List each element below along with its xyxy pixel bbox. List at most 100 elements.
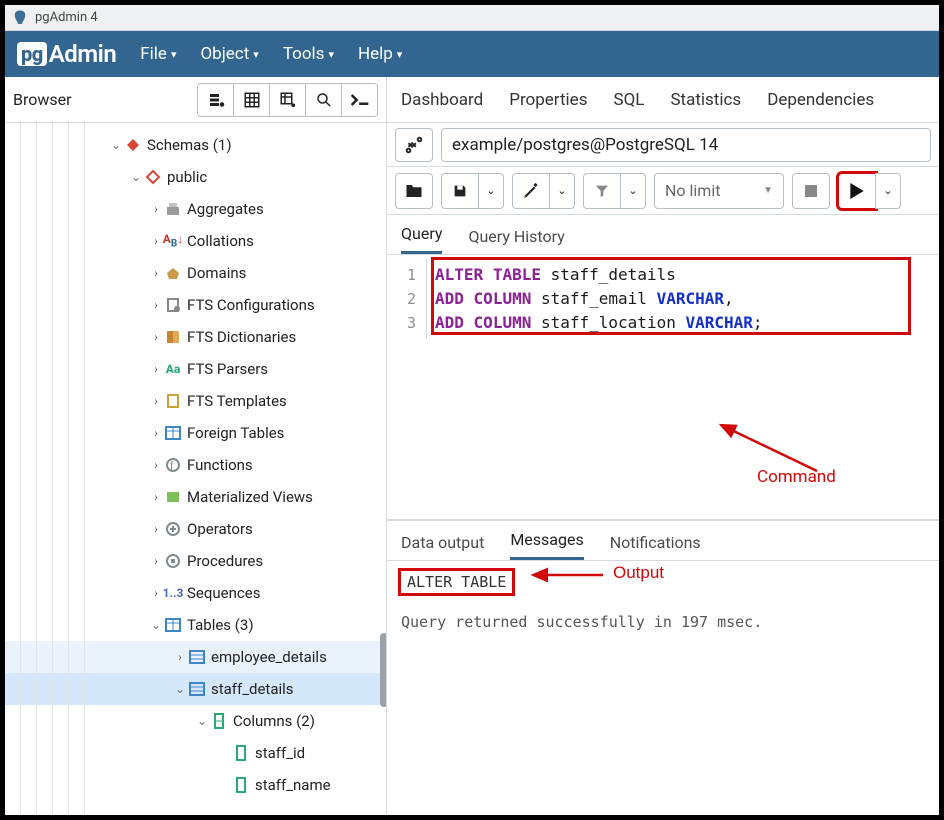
tree-item-fts-parsers[interactable]: ›AaFTS Parsers xyxy=(5,353,386,385)
tree-item-foreign-tables[interactable]: ›Foreign Tables xyxy=(5,417,386,449)
tree-item-materialized-views[interactable]: ›Materialized Views xyxy=(5,481,386,513)
tree-item-sequences[interactable]: ›1..3Sequences xyxy=(5,577,386,609)
tab-dashboard[interactable]: Dashboard xyxy=(401,90,483,110)
connection-icon[interactable] xyxy=(395,128,433,162)
tables-icon xyxy=(163,617,183,633)
browser-search-icon[interactable] xyxy=(305,83,342,117)
tree-column-name[interactable]: staff_name xyxy=(5,769,386,801)
filter-dropdown[interactable]: ⌄ xyxy=(620,173,646,209)
tree-tables[interactable]: ⌄ Tables (3) xyxy=(5,609,386,641)
tree-item-fts-configurations[interactable]: ›FTS Configurations xyxy=(5,289,386,321)
chevron-right-icon[interactable]: › xyxy=(149,426,163,440)
tree-item-procedures[interactable]: ›Procedures xyxy=(5,545,386,577)
tree-item-domains[interactable]: ›Domains xyxy=(5,257,386,289)
object-icon xyxy=(163,521,183,537)
browser-servers-icon[interactable] xyxy=(197,83,234,117)
app-logo: pgAdmin xyxy=(17,40,116,68)
chevron-down-icon[interactable]: ⌄ xyxy=(129,170,143,184)
chevron-right-icon[interactable]: › xyxy=(149,362,163,376)
tab-notifications[interactable]: Notifications xyxy=(610,533,701,560)
tree-column-id[interactable]: staff_id xyxy=(5,737,386,769)
tree-item-fts-templates[interactable]: ›FTS Templates xyxy=(5,385,386,417)
chevron-right-icon[interactable]: › xyxy=(149,202,163,216)
table-icon xyxy=(187,649,207,665)
filter-button[interactable] xyxy=(583,173,621,209)
edit-button[interactable] xyxy=(512,173,550,209)
tab-query-history[interactable]: Query History xyxy=(468,227,564,254)
open-file-button[interactable] xyxy=(395,173,433,209)
stop-button[interactable] xyxy=(792,173,830,209)
limit-selector[interactable]: No limit ▼ xyxy=(654,173,784,209)
svg-text:ƒ: ƒ xyxy=(169,460,174,472)
sql-editor[interactable]: 123 ALTER TABLE staff_detailsADD COLUMN … xyxy=(387,255,939,339)
column-icon xyxy=(231,777,251,793)
object-icon xyxy=(163,265,183,281)
columns-icon xyxy=(209,713,229,729)
chevron-down-icon[interactable]: ⌄ xyxy=(195,714,209,728)
chevron-right-icon[interactable]: › xyxy=(149,458,163,472)
chevron-right-icon[interactable]: › xyxy=(149,298,163,312)
tab-messages[interactable]: Messages xyxy=(510,530,583,560)
execute-button[interactable] xyxy=(838,173,876,209)
chevron-right-icon[interactable]: › xyxy=(149,522,163,536)
chevron-right-icon[interactable]: › xyxy=(149,554,163,568)
edit-dropdown[interactable]: ⌄ xyxy=(549,173,575,209)
chevron-right-icon[interactable]: › xyxy=(173,650,187,664)
menu-object[interactable]: Object▾ xyxy=(200,44,258,64)
chevron-down-icon[interactable]: ⌄ xyxy=(109,138,123,152)
table-icon xyxy=(187,681,207,697)
object-icon xyxy=(163,297,183,313)
tree-item-fts-dictionaries[interactable]: ›FTS Dictionaries xyxy=(5,321,386,353)
browser-title: Browser xyxy=(13,90,197,109)
tab-properties[interactable]: Properties xyxy=(509,90,587,110)
chevron-right-icon[interactable]: › xyxy=(149,586,163,600)
tree-item-operators[interactable]: ›Operators xyxy=(5,513,386,545)
object-icon xyxy=(163,489,183,505)
chevron-down-icon[interactable]: ⌄ xyxy=(149,618,163,632)
column-icon xyxy=(231,745,251,761)
chevron-right-icon[interactable]: › xyxy=(149,266,163,280)
object-icon: AB↓ xyxy=(163,232,183,249)
tab-statistics[interactable]: Statistics xyxy=(670,90,741,110)
tab-data-output[interactable]: Data output xyxy=(401,533,484,560)
message-status: ALTER TABLE xyxy=(401,571,512,593)
messages-panel: ALTER TABLE Output Query returned succes… xyxy=(387,561,939,641)
tree-columns[interactable]: ⌄ Columns (2) xyxy=(5,705,386,737)
tree-table-employee[interactable]: › employee_details xyxy=(5,641,386,673)
tree-table-staff[interactable]: ⌄ staff_details xyxy=(5,673,386,705)
tab-query[interactable]: Query xyxy=(401,224,442,254)
save-button[interactable] xyxy=(441,173,479,209)
tab-dependencies[interactable]: Dependencies xyxy=(767,90,874,110)
execute-dropdown[interactable]: ⌄ xyxy=(875,173,901,209)
menu-help[interactable]: Help▾ xyxy=(358,44,402,64)
annotation-output-arrow xyxy=(527,563,607,587)
message-detail: Query returned successfully in 197 msec. xyxy=(401,613,925,631)
tree-item-aggregates[interactable]: ›Aggregates xyxy=(5,193,386,225)
annotation-command-arrow xyxy=(707,419,827,479)
object-icon xyxy=(163,201,183,217)
object-tree[interactable]: ⌄ Schemas (1) ⌄ public ›Aggregates›AB↓Co… xyxy=(5,123,386,815)
save-dropdown[interactable]: ⌄ xyxy=(478,173,504,209)
menu-file[interactable]: File▾ xyxy=(140,44,176,64)
window-titlebar: pgAdmin 4 xyxy=(5,5,939,31)
tree-public[interactable]: ⌄ public xyxy=(5,161,386,193)
browser-filter-icon[interactable] xyxy=(269,83,306,117)
window-title: pgAdmin 4 xyxy=(35,10,98,25)
chevron-right-icon[interactable]: › xyxy=(149,234,163,248)
chevron-down-icon[interactable]: ⌄ xyxy=(173,682,187,696)
chevron-right-icon[interactable]: › xyxy=(149,490,163,504)
object-icon xyxy=(163,553,183,569)
chevron-right-icon[interactable]: › xyxy=(149,394,163,408)
scrollbar-thumb[interactable] xyxy=(380,633,386,707)
connection-selector[interactable]: example/postgres@PostgreSQL 14 xyxy=(441,128,931,162)
browser-grid-icon[interactable] xyxy=(233,83,270,117)
menu-tools[interactable]: Tools▾ xyxy=(283,44,334,64)
chevron-right-icon[interactable]: › xyxy=(149,330,163,344)
browser-header: Browser xyxy=(5,77,386,123)
tab-sql[interactable]: SQL xyxy=(613,90,644,110)
tree-item-functions[interactable]: ›ƒFunctions xyxy=(5,449,386,481)
tree-item-collations[interactable]: ›AB↓Collations xyxy=(5,225,386,257)
browser-terminal-icon[interactable] xyxy=(341,83,378,117)
annotation-output-label: Output xyxy=(613,563,664,583)
tree-schemas[interactable]: ⌄ Schemas (1) xyxy=(5,129,386,161)
